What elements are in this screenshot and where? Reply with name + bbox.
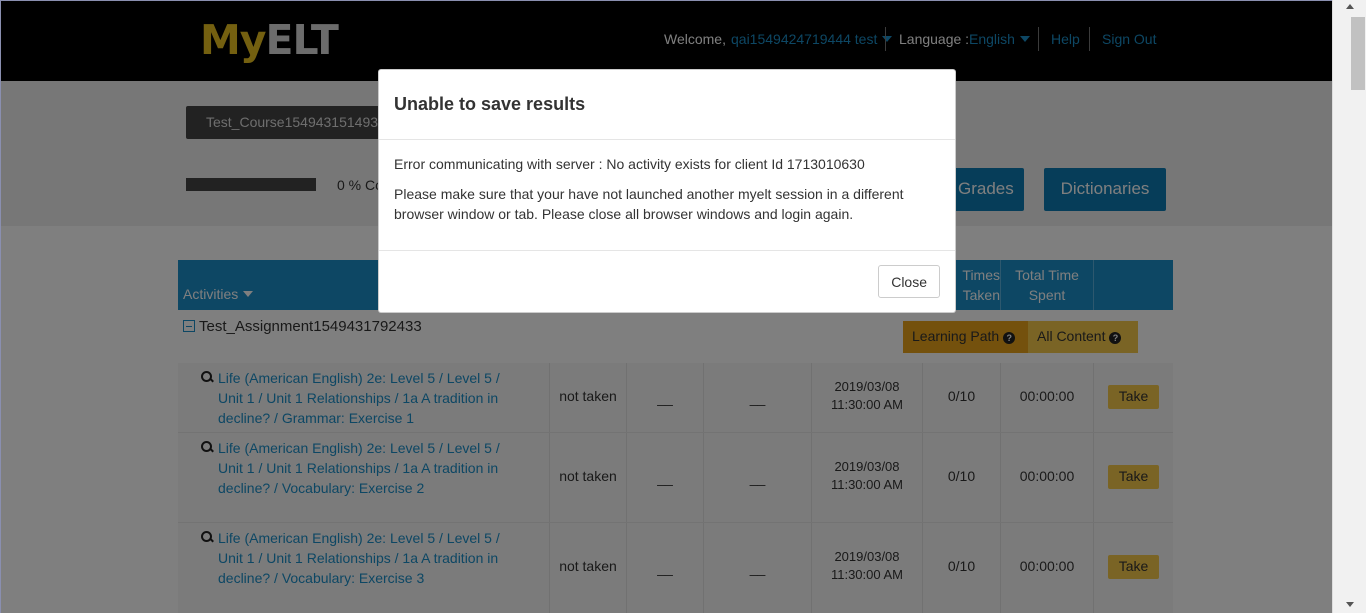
error-dialog: Unable to save results Error communicati… xyxy=(378,69,956,313)
error-message: Error communicating with server : No act… xyxy=(394,156,865,172)
close-button[interactable]: Close xyxy=(878,265,940,298)
instruction-message: Please make sure that your have not laun… xyxy=(394,186,904,222)
dialog-body: Error communicating with server : No act… xyxy=(379,140,955,251)
dialog-header: Unable to save results xyxy=(379,70,955,140)
dialog-title: Unable to save results xyxy=(394,94,586,114)
vertical-scrollbar[interactable] xyxy=(1332,0,1366,613)
page-background: MyELT Welcome, qai1549424719444 test Lan… xyxy=(0,0,1332,613)
scroll-up-arrow-icon[interactable] xyxy=(1346,4,1354,9)
scrollbar-thumb[interactable] xyxy=(1351,17,1365,90)
scroll-down-arrow-icon[interactable] xyxy=(1346,602,1354,607)
